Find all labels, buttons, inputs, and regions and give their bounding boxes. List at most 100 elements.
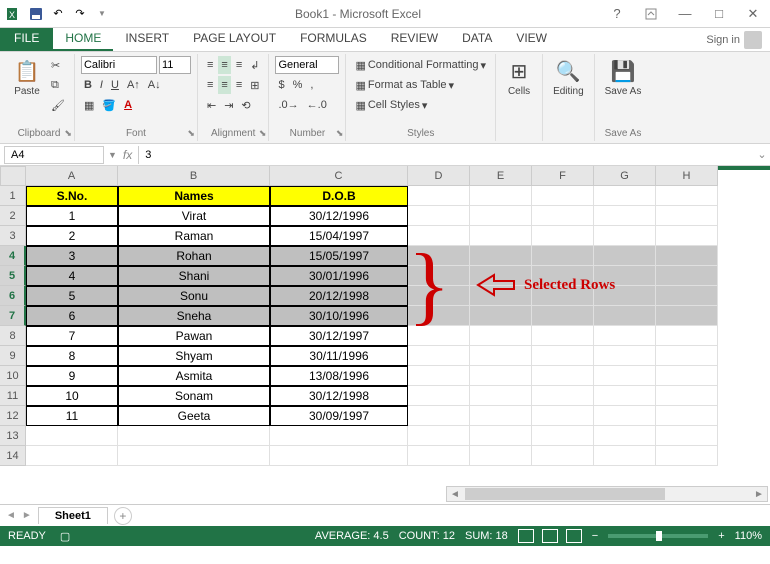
cell[interactable] [532, 186, 594, 206]
align-bottom-button[interactable]: ≡ [233, 56, 245, 74]
cell[interactable]: Sonam [118, 386, 270, 406]
col-header-a[interactable]: A [26, 166, 118, 186]
cell[interactable] [118, 446, 270, 466]
cell[interactable] [532, 266, 594, 286]
cell[interactable] [656, 206, 718, 226]
cell[interactable] [532, 286, 594, 306]
cell[interactable]: Geeta [118, 406, 270, 426]
cell[interactable]: 30/12/1996 [270, 206, 408, 226]
cell[interactable] [470, 206, 532, 226]
row-header[interactable]: 12 [0, 406, 26, 426]
font-launcher[interactable]: ⬊ [187, 128, 195, 139]
cell[interactable] [656, 306, 718, 326]
cell[interactable]: 2 [26, 226, 118, 246]
editing-button[interactable]: 🔍Editing [549, 56, 588, 99]
cell[interactable] [532, 306, 594, 326]
tab-data[interactable]: DATA [450, 28, 504, 51]
zoom-out-button[interactable]: − [592, 530, 598, 542]
sheet-nav-prev[interactable]: ◄ [6, 510, 16, 521]
sheet-tab-1[interactable]: Sheet1 [38, 507, 108, 524]
page-layout-view-button[interactable] [542, 529, 558, 543]
cell[interactable]: Names [118, 186, 270, 206]
cell[interactable] [656, 186, 718, 206]
wrap-text-button[interactable]: ↲ [247, 56, 262, 74]
cell[interactable] [270, 446, 408, 466]
cell[interactable] [470, 246, 532, 266]
cell[interactable] [656, 266, 718, 286]
align-right-button[interactable]: ≡ [233, 76, 245, 94]
italic-button[interactable]: I [97, 76, 106, 94]
cell[interactable] [656, 386, 718, 406]
col-header-b[interactable]: B [118, 166, 270, 186]
cell[interactable]: Virat [118, 206, 270, 226]
col-header-f[interactable]: F [532, 166, 594, 186]
cell[interactable] [594, 306, 656, 326]
scroll-thumb[interactable] [465, 488, 665, 500]
number-launcher[interactable]: ⬊ [336, 128, 344, 139]
decrease-font-button[interactable]: A↓ [145, 76, 164, 94]
row-header[interactable]: 5 [0, 266, 26, 286]
zoom-level[interactable]: 110% [735, 530, 762, 542]
cell[interactable]: D.O.B [270, 186, 408, 206]
cell[interactable] [656, 366, 718, 386]
cell[interactable] [408, 406, 470, 426]
conditional-formatting-button[interactable]: ▦ Conditional Formatting ▾ [352, 56, 489, 74]
fx-icon[interactable]: fx [117, 148, 138, 162]
clipboard-launcher[interactable]: ⬊ [64, 128, 72, 139]
col-header-h[interactable]: H [656, 166, 718, 186]
row-header[interactable]: 1 [0, 186, 26, 206]
cell[interactable]: 13/08/1996 [270, 366, 408, 386]
sheet-nav-next[interactable]: ► [22, 510, 32, 521]
cell[interactable] [26, 426, 118, 446]
cell[interactable] [118, 426, 270, 446]
cell[interactable]: 15/04/1997 [270, 226, 408, 246]
cell[interactable] [408, 226, 470, 246]
cell[interactable] [656, 246, 718, 266]
tab-view[interactable]: VIEW [504, 28, 559, 51]
cell[interactable] [656, 286, 718, 306]
paste-button[interactable]: 📋Paste [10, 56, 44, 99]
zoom-thumb[interactable] [656, 531, 662, 541]
border-button[interactable]: ▦ [81, 96, 97, 114]
merge-button[interactable]: ⊞ [247, 76, 262, 94]
cell[interactable]: 5 [26, 286, 118, 306]
cell-styles-button[interactable]: ▦ Cell Styles ▾ [352, 96, 489, 114]
undo-button[interactable]: ↶ [48, 4, 68, 24]
cell[interactable] [470, 446, 532, 466]
tab-page-layout[interactable]: PAGE LAYOUT [181, 28, 288, 51]
orientation-button[interactable]: ⟲ [238, 96, 253, 114]
cell[interactable] [470, 386, 532, 406]
qat-customize[interactable]: ▼ [92, 4, 112, 24]
macro-record-icon[interactable]: ▢ [60, 530, 70, 543]
cell[interactable] [532, 386, 594, 406]
cell[interactable] [470, 226, 532, 246]
add-sheet-button[interactable]: + [114, 507, 132, 525]
cell[interactable] [532, 326, 594, 346]
close-button[interactable]: ✕ [740, 4, 766, 24]
cell[interactable]: 20/12/1998 [270, 286, 408, 306]
align-top-button[interactable]: ≡ [204, 56, 216, 74]
cell[interactable] [594, 446, 656, 466]
row-header[interactable]: 9 [0, 346, 26, 366]
increase-indent-button[interactable]: ⇥ [221, 96, 236, 114]
cell[interactable]: Pawan [118, 326, 270, 346]
select-all-corner[interactable] [0, 166, 26, 186]
cell[interactable] [656, 226, 718, 246]
zoom-in-button[interactable]: + [718, 530, 724, 542]
cell[interactable] [656, 326, 718, 346]
cell[interactable] [532, 366, 594, 386]
cell[interactable]: 1 [26, 206, 118, 226]
cell[interactable]: Shani [118, 266, 270, 286]
format-painter-button[interactable]: 🖌 [48, 96, 68, 114]
increase-decimal-button[interactable]: .0→ [275, 96, 301, 114]
maximize-button[interactable]: □ [706, 4, 732, 24]
col-header-c[interactable]: C [270, 166, 408, 186]
cell[interactable]: 11 [26, 406, 118, 426]
cell[interactable]: Rohan [118, 246, 270, 266]
decrease-decimal-button[interactable]: ←.0 [304, 96, 330, 114]
cell[interactable]: Asmita [118, 366, 270, 386]
cell[interactable] [408, 326, 470, 346]
cell[interactable]: 7 [26, 326, 118, 346]
row-header[interactable]: 4 [0, 246, 26, 266]
cell[interactable] [594, 286, 656, 306]
